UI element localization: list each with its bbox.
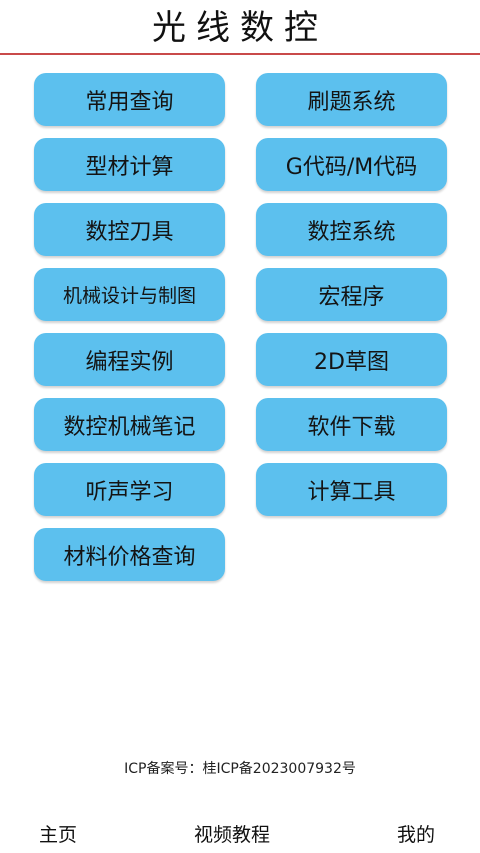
icp-record: ICP备案号：桂ICP备2023007932号 — [124, 761, 356, 777]
menu-sound-learning-button[interactable]: 听声学习 — [34, 463, 225, 516]
menu-software-download-button[interactable]: 软件下载 — [256, 398, 447, 451]
menu-common-query-button[interactable]: 常用查询 — [34, 73, 225, 126]
menu-calc-tools-button[interactable]: 计算工具 — [256, 463, 447, 516]
menu-2d-sketch-button[interactable]: 2D草图 — [256, 333, 447, 386]
menu-cnc-tools-button[interactable]: 数控刀具 — [34, 203, 225, 256]
menu-gcode-mcode-button[interactable]: G代码/M代码 — [256, 138, 447, 191]
menu-cnc-notes-button[interactable]: 数控机械笔记 — [34, 398, 225, 451]
nav-home[interactable]: 主页 — [39, 820, 77, 847]
menu-question-bank-button[interactable]: 刷题系统 — [256, 73, 447, 126]
nav-mine[interactable]: 我的 — [397, 820, 435, 847]
menu-programming-examples-button[interactable]: 编程实例 — [34, 333, 225, 386]
app-title: 光线数控 — [152, 8, 328, 48]
menu-material-price-button[interactable]: 材料价格查询 — [34, 528, 225, 581]
menu-macro-program-button[interactable]: 宏程序 — [256, 268, 447, 321]
menu-cnc-system-button[interactable]: 数控系统 — [256, 203, 447, 256]
menu-mech-design-button[interactable]: 机械设计与制图 — [34, 268, 225, 321]
menu-profile-calc-button[interactable]: 型材计算 — [34, 138, 225, 191]
bottom-nav: 主页 视频教程 我的 — [0, 808, 480, 853]
nav-video-tutorials[interactable]: 视频教程 — [194, 820, 270, 847]
title-divider — [0, 53, 480, 55]
